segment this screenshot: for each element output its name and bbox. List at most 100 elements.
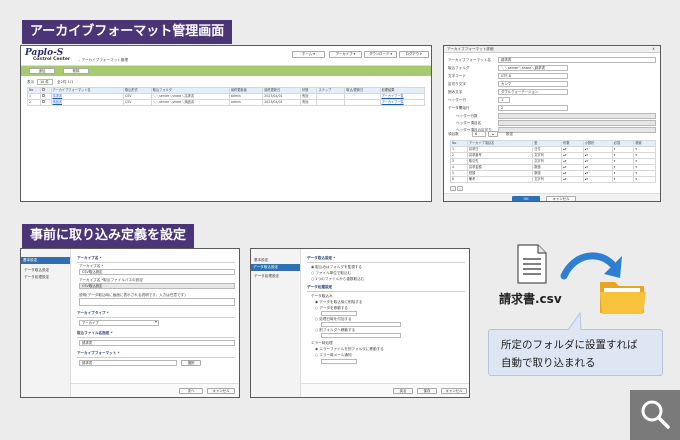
close-icon[interactable]: ✕	[652, 47, 655, 52]
dialog-titlebar: アーカイブフォーマット詳細 ✕	[444, 46, 660, 53]
row-required[interactable]: ▾	[611, 176, 635, 183]
sidebar-item-basic[interactable]: 基本設定	[21, 257, 70, 264]
row-search[interactable]: ▾	[633, 176, 656, 183]
radio-option[interactable]: ○ 別フォルダへ移動する	[315, 328, 355, 333]
radio-option[interactable]: ◉ エラーファイルを別フォルダに移動する	[315, 347, 384, 352]
radio-option[interactable]: ◉ 取込みはフォルダを監視する	[311, 265, 362, 270]
row-no: 6	[450, 176, 468, 183]
section-divider	[307, 262, 465, 263]
format-select-button[interactable]: 選択	[181, 360, 201, 366]
field-label: 区切り文字	[448, 82, 466, 86]
radio-option[interactable]: ○ ファイル単位で取込む	[311, 271, 351, 276]
datetime-format-input[interactable]	[321, 322, 401, 327]
row-import-date	[344, 99, 381, 106]
field-label: アーカイブフォーマット名	[448, 58, 491, 62]
csv-file-icon	[517, 244, 547, 284]
field-label: アーカイブ名 *	[79, 264, 104, 268]
radio-option[interactable]: ○ データを移動する	[315, 306, 348, 311]
next-button[interactable]: 次へ	[179, 388, 203, 394]
field-label: 囲み文字	[448, 90, 463, 94]
cancel-button[interactable]: キャンセル	[207, 388, 235, 394]
section-title-archive-mgmt: アーカイブフォーマット管理画面	[22, 20, 233, 44]
sidebar-item-import[interactable]: データ取込設定	[251, 264, 300, 271]
other-folder-input[interactable]	[321, 333, 401, 338]
move-folder-input[interactable]	[321, 311, 357, 316]
app-subtitle: Control Center	[33, 57, 71, 62]
table-row[interactable]: 2 納品書 CSV ＼＼server＼share＼納品書 admin 2023/…	[27, 99, 426, 106]
section-heading: アーカイブタイプ *	[77, 311, 109, 315]
dialog-sidebar: 基本設定 データ取込設定 データ処理設定	[21, 249, 71, 397]
sidebar-item-process[interactable]: データ処理設定	[24, 275, 49, 280]
sidebar-item-import[interactable]: データ取込設定	[24, 268, 49, 273]
header-home-button[interactable]: ホーム ▾	[292, 51, 325, 58]
radio-option[interactable]: ◉ データを取込後に削除する	[315, 300, 362, 305]
format-name-input[interactable]: 請求書	[498, 57, 656, 63]
import-path-input[interactable]: CSV取込設定	[79, 283, 235, 289]
archive-name-input[interactable]: CSV取込設定	[79, 269, 235, 275]
archive-table: No アーカイブフォーマット名 取込形式 取込フォルダ 最終更新者 最終更新日 …	[27, 87, 426, 106]
sidebar-item-basic[interactable]: 基本設定	[254, 258, 268, 263]
item-count-apply-button[interactable]: 設定	[506, 132, 513, 137]
delimiter-select[interactable]: カンマ	[498, 81, 568, 87]
csv-filename: 請求書.csv	[499, 292, 562, 306]
toolbar: 追加 削除	[21, 66, 431, 76]
add-button[interactable]: 追加	[29, 68, 55, 74]
section-divider	[77, 317, 235, 318]
header-names-input[interactable]	[498, 120, 656, 126]
page-size-select[interactable]: 10 件	[37, 79, 53, 85]
data-start-select[interactable]: 2	[498, 105, 568, 111]
radio-option[interactable]: ○ 処理日時を付加する	[315, 317, 352, 322]
callout-line-1: 所定のフォルダに設置すれば	[501, 339, 638, 351]
dialog-footer: OK キャンセル	[444, 193, 660, 201]
import-folder-input[interactable]: ＼＼server＼share＼請求書	[498, 65, 568, 71]
row-item-name[interactable]: 備考	[466, 176, 534, 183]
header-row-input[interactable]: 1	[498, 97, 510, 103]
archive-list-window: Paplo-S Control Center - アーカイブフォーマット管理 ホ…	[20, 45, 432, 202]
ok-button[interactable]: OK	[512, 196, 540, 201]
row-decimal[interactable]: ▴▾	[582, 176, 613, 183]
row-action-button[interactable]: アーカイブ一覧	[379, 99, 426, 106]
table-row[interactable]: 6 備考 文字列 ▴▾ ▴▾ ▾ ▾	[450, 176, 656, 183]
quote-select[interactable]: ダブルクォーテーション	[498, 89, 568, 95]
back-button[interactable]: 戻る	[393, 388, 413, 394]
cancel-button[interactable]: キャンセル	[441, 388, 467, 394]
field-label: データ開始行	[448, 106, 470, 110]
description-textarea[interactable]	[79, 298, 235, 306]
field-label: 文字コード	[448, 74, 466, 78]
delete-button[interactable]: 削除	[63, 68, 89, 74]
file-name-input[interactable]: 請求書	[79, 340, 235, 346]
header-logout-button[interactable]: ログアウト	[399, 51, 429, 58]
pager-prev[interactable]: ‹	[450, 186, 456, 191]
section-heading: データ取込設定 *	[307, 256, 336, 260]
header-download-button[interactable]: ダウンロード ▾	[364, 51, 397, 58]
header-archive-button[interactable]: アーカイブ ▾	[329, 51, 362, 58]
pager-next[interactable]: ›	[457, 186, 463, 191]
header-separator-input[interactable]	[498, 127, 656, 133]
row-state: 有効	[299, 99, 318, 106]
row-type[interactable]: 文字列	[532, 176, 563, 183]
field-label: ヘッダー行	[448, 98, 466, 102]
sub-field-label: ヘッダー項目名	[456, 121, 482, 125]
header-count-input[interactable]	[498, 113, 656, 119]
item-count-label: 項目数	[448, 132, 459, 136]
row-name-link[interactable]: 納品書	[50, 99, 124, 106]
row-checkbox[interactable]	[39, 99, 52, 106]
sidebar-item-process[interactable]: データ処理設定	[254, 274, 279, 279]
archive-type-select[interactable]: アーカイブ	[79, 320, 159, 326]
encoding-select[interactable]: UTF-8	[498, 73, 568, 79]
item-count-input[interactable]: 6	[472, 131, 486, 137]
cancel-button[interactable]: キャンセル	[546, 196, 576, 201]
radio-option[interactable]: ○ 1つのファイルから複数取込む	[311, 277, 364, 282]
save-button[interactable]: 保存	[417, 388, 437, 394]
format-input[interactable]: 請求書	[79, 360, 177, 366]
error-folder-input[interactable]	[321, 359, 357, 364]
item-count-spinner[interactable]: ▴	[488, 131, 498, 137]
radio-option[interactable]: ○ エラー時メール通知	[315, 353, 352, 358]
zoom-button[interactable]	[630, 390, 680, 440]
dialog-sidebar: 基本設定 データ取込設定 データ処理設定	[251, 249, 301, 397]
row-digits[interactable]: ▴▾	[561, 176, 584, 183]
row-format: CSV	[122, 99, 152, 106]
section-title-import-setup: 事前に取り込み定義を設定	[22, 224, 195, 248]
section-heading: アーカイブフォーマット *	[77, 351, 120, 355]
field-label: 説明(データ取込時に画面に表示される説明です。入力は任意です)	[79, 293, 186, 297]
